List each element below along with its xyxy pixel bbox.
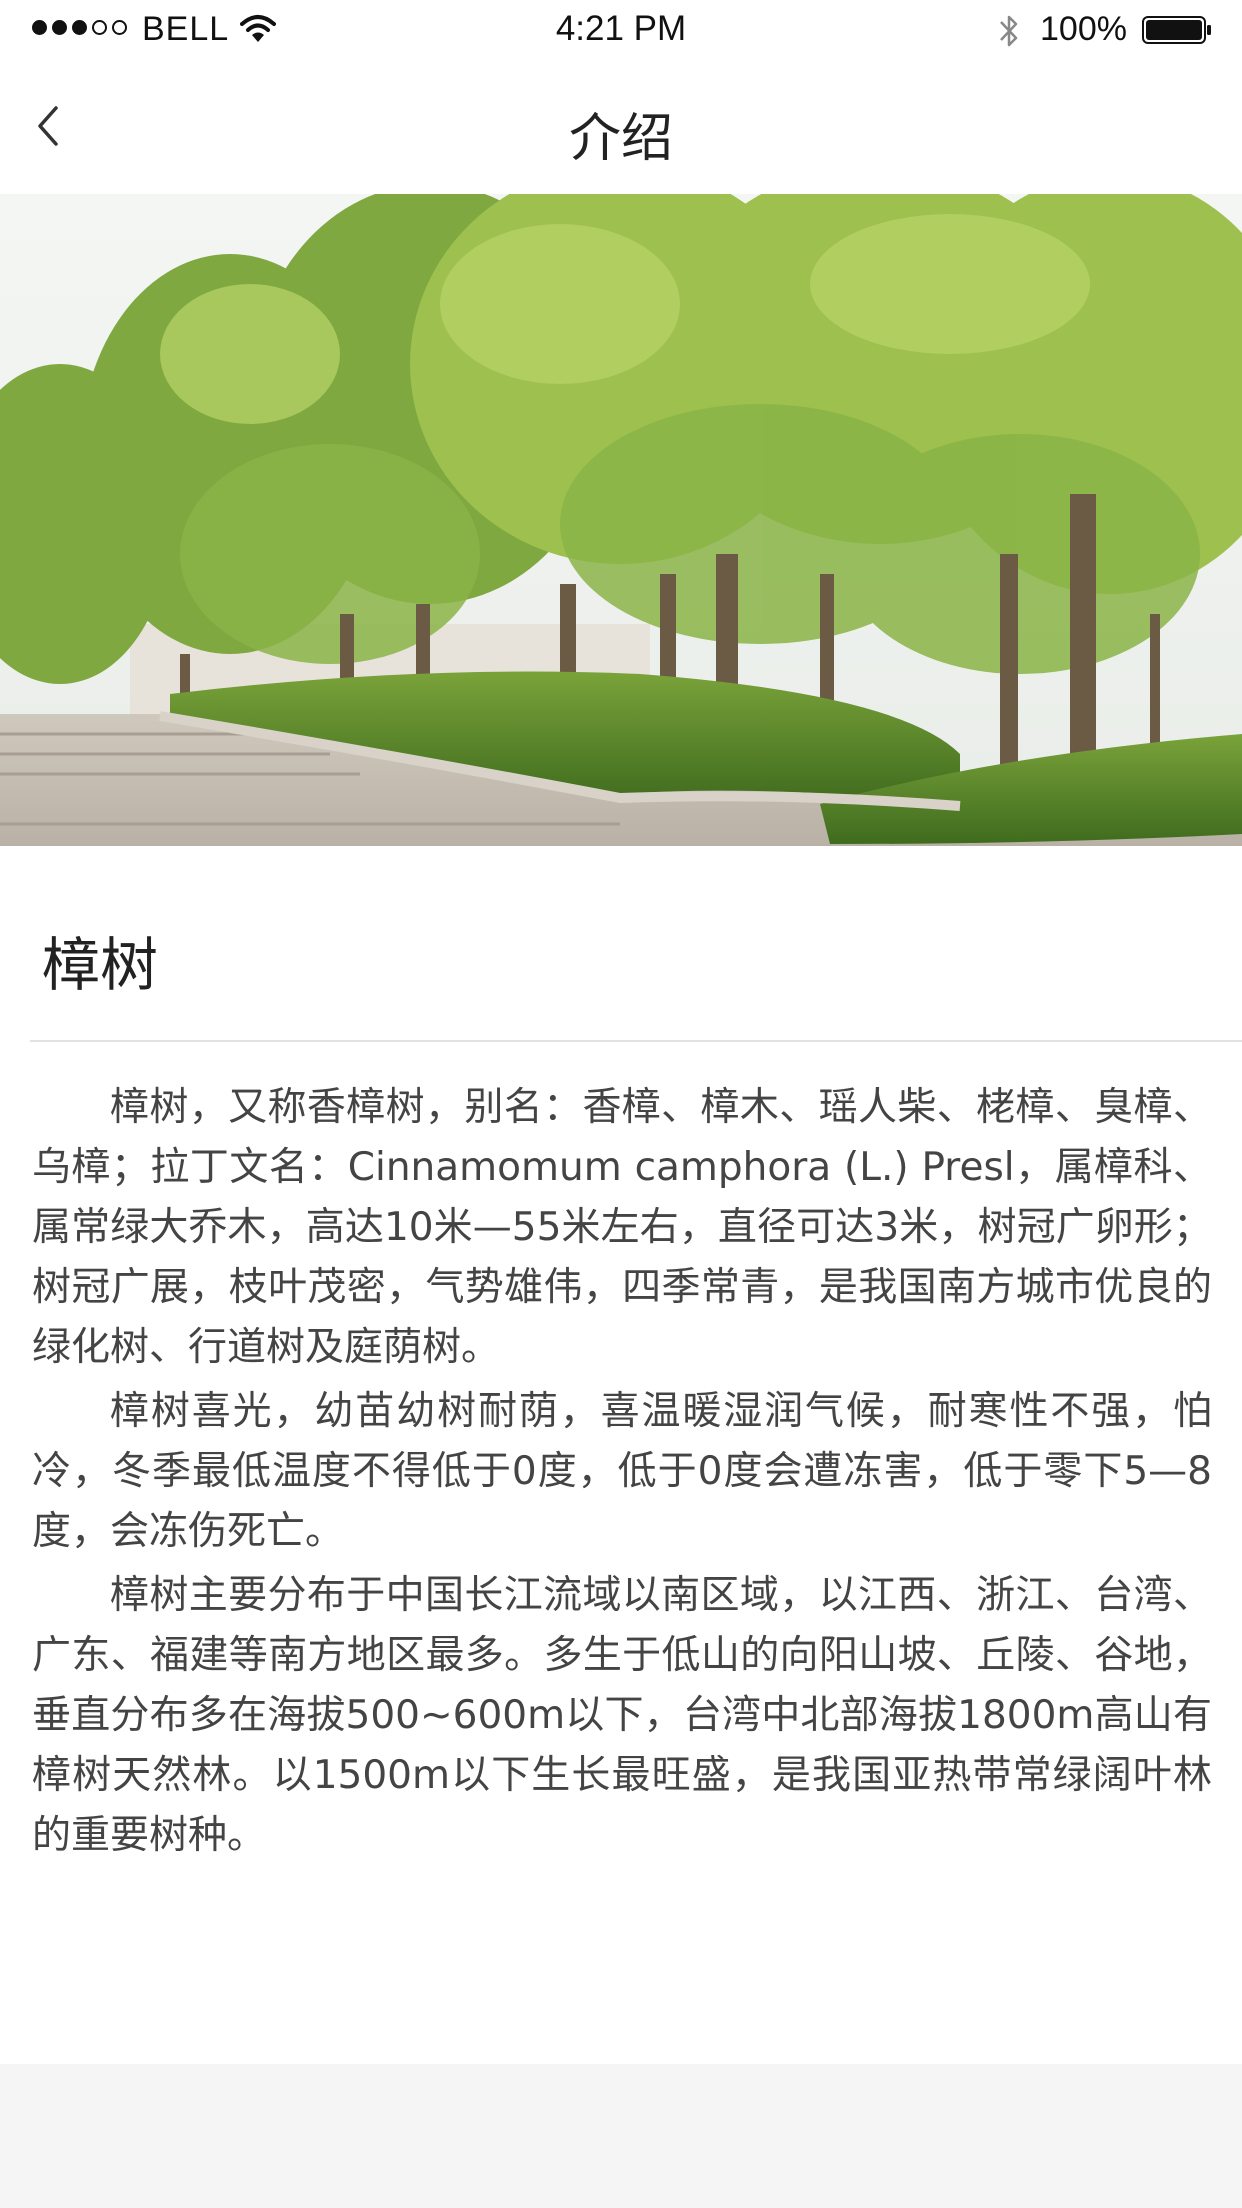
status-bar: BELL 4:21 PM 100%	[0, 0, 1242, 60]
back-button[interactable]	[18, 96, 78, 156]
wifi-icon	[240, 15, 276, 42]
bluetooth-icon	[1000, 15, 1018, 47]
carrier-name: BELL	[142, 10, 230, 48]
footer-area	[0, 2064, 1242, 2208]
chevron-left-icon	[38, 106, 58, 146]
battery-percentage: 100%	[1040, 10, 1127, 48]
page-title: 介绍	[568, 109, 673, 169]
article-section: 樟树 樟树，又称香樟树，别名：香樟、樟木、瑶人柴、栳樟、臭樟、乌樟；拉丁文名：C…	[0, 846, 1242, 2064]
article-paragraph: 樟树主要分布于中国长江流域以南区域，以江西、浙江、台湾、广东、福建等南方地区最多…	[32, 1573, 1212, 1858]
hero-image	[0, 194, 1242, 846]
title-divider	[30, 1040, 1242, 1042]
battery-icon	[1142, 16, 1211, 44]
article-body: 樟树，又称香樟树，别名：香樟、樟木、瑶人柴、栳樟、臭樟、乌樟；拉丁文名：Cinn…	[32, 1078, 1212, 1870]
signal-strength-icon	[32, 20, 127, 35]
navigation-bar: 介绍	[0, 60, 1242, 194]
article-paragraph: 樟树，又称香樟树，别名：香樟、樟木、瑶人柴、栳樟、臭樟、乌樟；拉丁文名：Cinn…	[32, 1085, 1212, 1370]
article-paragraph: 樟树喜光，幼苗幼树耐荫，喜温暖湿润气候，耐寒性不强，怕冷，冬季最低温度不得低于0…	[32, 1389, 1212, 1554]
article-title: 樟树	[42, 931, 159, 999]
